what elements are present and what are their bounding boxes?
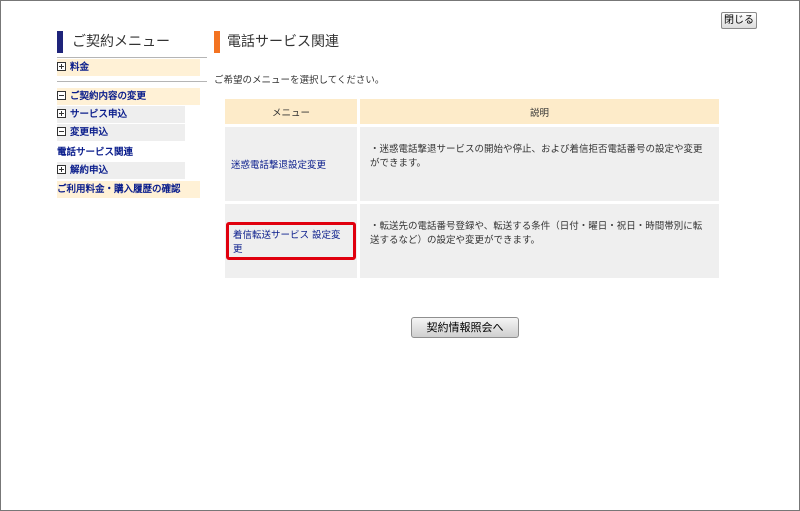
column-header-description: 説明 <box>360 99 719 124</box>
sidebar-item-label: 電話サービス関連 <box>57 147 134 158</box>
description-cell: ・転送先の電話番号登録や、転送する条件（日付・曜日・祝日・時間帯別に転送するなど… <box>360 204 719 278</box>
menu-table: メニュー 説明 迷惑電話撃退設定変更 ・迷惑電話撃退サービスの開始や停止、および… <box>222 96 722 281</box>
sidebar-item-contract-change[interactable]: ご契約内容の変更 <box>57 88 200 105</box>
sidebar-item-usage-history[interactable]: ご利用料金・購入履歴の確認 <box>57 181 200 198</box>
sidebar-title: ご契約メニュー <box>57 31 170 53</box>
menu-cell: 着信転送サービス 設定変更 <box>225 204 357 278</box>
table-row: 迷惑電話撃退設定変更 ・迷惑電話撃退サービスの開始や停止、および着信拒否電話番号… <box>225 127 719 201</box>
sidebar-divider <box>57 81 207 82</box>
expand-icon[interactable] <box>57 109 66 118</box>
sidebar-item-label: 料金 <box>70 62 90 73</box>
sidebar-item-label: 解約申込 <box>70 165 109 176</box>
close-button[interactable]: 閉じる <box>721 12 757 29</box>
highlight-box: 着信転送サービス 設定変更 <box>226 222 356 260</box>
sidebar-item-fees[interactable]: 料金 <box>57 59 200 76</box>
menu-cell: 迷惑電話撃退設定変更 <box>225 127 357 201</box>
sidebar-item-label: サービス申込 <box>70 109 128 120</box>
page-title: 電話サービス関連 <box>214 31 339 53</box>
sidebar-item-change-apply[interactable]: 変更申込 <box>57 124 185 141</box>
call-forwarding-setting-link[interactable]: 着信転送サービス 設定変更 <box>233 230 341 255</box>
expand-icon[interactable] <box>57 62 66 71</box>
sidebar-divider <box>57 57 207 58</box>
collapse-icon[interactable] <box>57 127 66 136</box>
sidebar-item-service-apply[interactable]: サービス申込 <box>57 106 185 123</box>
instruction-text: ご希望のメニューを選択してください。 <box>214 75 385 86</box>
sidebar-item-label: 変更申込 <box>70 127 109 138</box>
description-cell: ・迷惑電話撃退サービスの開始や停止、および着信拒否電話番号の設定や変更ができます… <box>360 127 719 201</box>
table-row: 着信転送サービス 設定変更 ・転送先の電話番号登録や、転送する条件（日付・曜日・… <box>225 204 719 278</box>
expand-icon[interactable] <box>57 165 66 174</box>
column-header-menu: メニュー <box>225 99 357 124</box>
sidebar-item-cancel-apply[interactable]: 解約申込 <box>57 162 185 179</box>
table-header-row: メニュー 説明 <box>225 99 719 124</box>
collapse-icon[interactable] <box>57 91 66 100</box>
sidebar-item-label: ご利用料金・購入履歴の確認 <box>57 184 181 195</box>
contract-info-button[interactable]: 契約情報照会へ <box>411 317 519 338</box>
sidebar-item-label: ご契約内容の変更 <box>70 91 147 102</box>
sidebar-item-phone-service[interactable]: 電話サービス関連 <box>57 144 133 161</box>
nuisance-call-setting-link[interactable]: 迷惑電話撃退設定変更 <box>231 160 326 171</box>
